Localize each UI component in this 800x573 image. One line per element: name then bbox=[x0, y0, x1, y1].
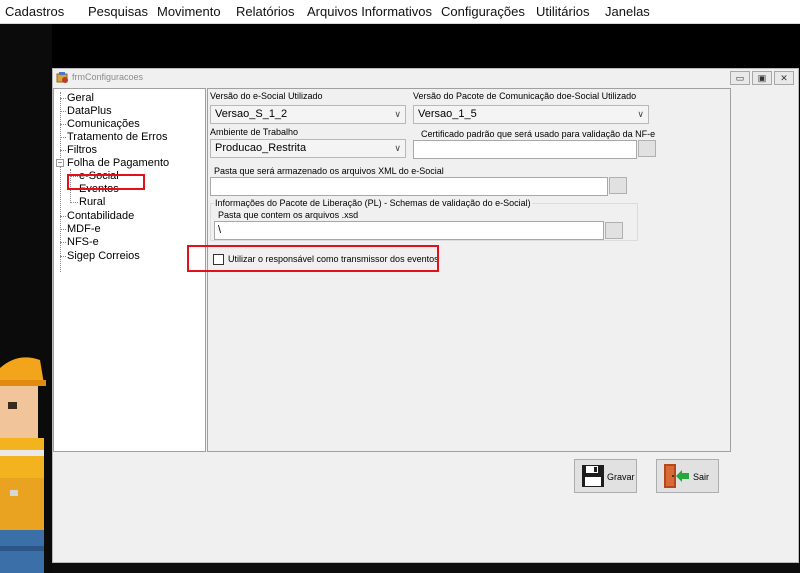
settings-tree[interactable]: Geral DataPlus Comunicações Tratamento d… bbox=[53, 88, 206, 452]
tree-item-tratamento-de-erros[interactable]: Tratamento de Erros bbox=[67, 131, 167, 144]
tree-connector bbox=[60, 256, 66, 257]
versao-pacote-label: Versão do Pacote de Comunicação doe-Soci… bbox=[413, 91, 637, 101]
pasta-xml-field[interactable] bbox=[210, 177, 608, 196]
checkbox-highlight-box bbox=[187, 245, 439, 272]
certificado-browse-button[interactable] bbox=[638, 140, 656, 157]
collapse-icon[interactable]: − bbox=[56, 159, 64, 167]
pasta-xsd-browse-button[interactable] bbox=[605, 222, 623, 239]
main-menu-bar: Cadastros Pesquisas Movimento Relatórios… bbox=[0, 0, 800, 24]
maximize-button[interactable]: ▣ bbox=[752, 71, 772, 85]
tree-connector bbox=[60, 216, 66, 217]
pasta-xml-browse-button[interactable] bbox=[609, 177, 627, 194]
tree-item-folha-de-pagamento[interactable]: Folha de Pagamento bbox=[67, 157, 169, 170]
pasta-xml-label: Pasta que será armazenado os arquivos XM… bbox=[214, 166, 444, 176]
menu-utilitarios[interactable]: Utilitários bbox=[536, 4, 589, 19]
gravar-button[interactable]: Gravar bbox=[574, 459, 637, 493]
mascot-illustration bbox=[0, 350, 52, 573]
sair-label: Sair bbox=[693, 472, 710, 482]
save-icon bbox=[582, 465, 604, 487]
window-title: frmConfiguracoes bbox=[72, 72, 144, 82]
pasta-xsd-field[interactable]: \ bbox=[214, 221, 604, 240]
tree-item-nfs-e[interactable]: NFS-e bbox=[67, 236, 99, 249]
configuracoes-window: frmConfiguracoes ▭ ▣ ✕ Geral DataPlus Co… bbox=[52, 68, 799, 563]
tree-connector bbox=[60, 124, 66, 125]
tree-connector bbox=[60, 98, 66, 99]
window-app-icon bbox=[56, 72, 68, 83]
gravar-label: Gravar bbox=[607, 472, 635, 482]
versao-pacote-value: Versao_1_5 bbox=[418, 108, 477, 120]
pasta-xsd-label: Pasta que contem os arquivos .xsd bbox=[218, 210, 359, 220]
tree-connector bbox=[70, 202, 78, 203]
tree-item-sigep-correios[interactable]: Sigep Correios bbox=[67, 250, 140, 263]
chevron-down-icon: ∨ bbox=[394, 109, 401, 119]
versao-esocial-select[interactable]: Versao_S_1_2 ∨ bbox=[210, 105, 406, 124]
close-button[interactable]: ✕ bbox=[774, 71, 794, 85]
window-right-margin bbox=[732, 88, 798, 452]
e-social-highlight-box bbox=[67, 174, 145, 190]
ambiente-label: Ambiente de Trabalho bbox=[210, 127, 299, 137]
menu-pesquisas[interactable]: Pesquisas bbox=[88, 4, 148, 19]
menu-configuracoes[interactable]: Configurações bbox=[441, 4, 525, 19]
menu-relatorios[interactable]: Relatórios bbox=[236, 4, 295, 19]
pl-group-label: Informações do Pacote de Liberação (PL) … bbox=[214, 198, 532, 208]
tree-item-rural[interactable]: Rural bbox=[79, 196, 105, 209]
certificado-label: Certificado padrão que será usado para v… bbox=[421, 129, 656, 139]
tree-item-geral[interactable]: Geral bbox=[67, 92, 94, 105]
tree-connector bbox=[60, 92, 61, 272]
tree-item-mdf-e[interactable]: MDF-e bbox=[67, 223, 101, 236]
ambiente-value: Producao_Restrita bbox=[215, 142, 307, 154]
menu-movimento[interactable]: Movimento bbox=[157, 4, 221, 19]
chevron-down-icon: ∨ bbox=[637, 109, 644, 119]
minimize-button[interactable]: ▭ bbox=[730, 71, 750, 85]
tree-item-comunicacoes[interactable]: Comunicações bbox=[67, 118, 140, 131]
window-titlebar[interactable]: frmConfiguracoes ▭ ▣ ✕ bbox=[53, 69, 798, 87]
menu-arquivos-informativos[interactable]: Arquivos Informativos bbox=[307, 4, 432, 19]
tree-item-dataplus[interactable]: DataPlus bbox=[67, 105, 112, 118]
menu-cadastros[interactable]: Cadastros bbox=[5, 4, 64, 19]
sair-button[interactable]: Sair bbox=[656, 459, 719, 493]
versao-pacote-select[interactable]: Versao_1_5 ∨ bbox=[413, 105, 649, 124]
tree-item-filtros[interactable]: Filtros bbox=[67, 144, 97, 157]
tree-connector bbox=[60, 111, 66, 112]
certificado-field[interactable] bbox=[413, 140, 637, 159]
menu-janelas[interactable]: Janelas bbox=[605, 4, 650, 19]
exit-door-icon bbox=[664, 464, 689, 488]
bottom-background-edge bbox=[52, 563, 800, 573]
tree-connector bbox=[60, 150, 66, 151]
tree-connector bbox=[60, 242, 66, 243]
tree-connector bbox=[60, 229, 66, 230]
tree-item-contabilidade[interactable]: Contabilidade bbox=[67, 210, 134, 223]
chevron-down-icon: ∨ bbox=[394, 143, 401, 153]
versao-esocial-label: Versão do e-Social Utilizado bbox=[210, 91, 323, 101]
ambiente-select[interactable]: Producao_Restrita ∨ bbox=[210, 139, 406, 158]
versao-esocial-value: Versao_S_1_2 bbox=[215, 108, 288, 120]
tree-connector bbox=[60, 137, 66, 138]
